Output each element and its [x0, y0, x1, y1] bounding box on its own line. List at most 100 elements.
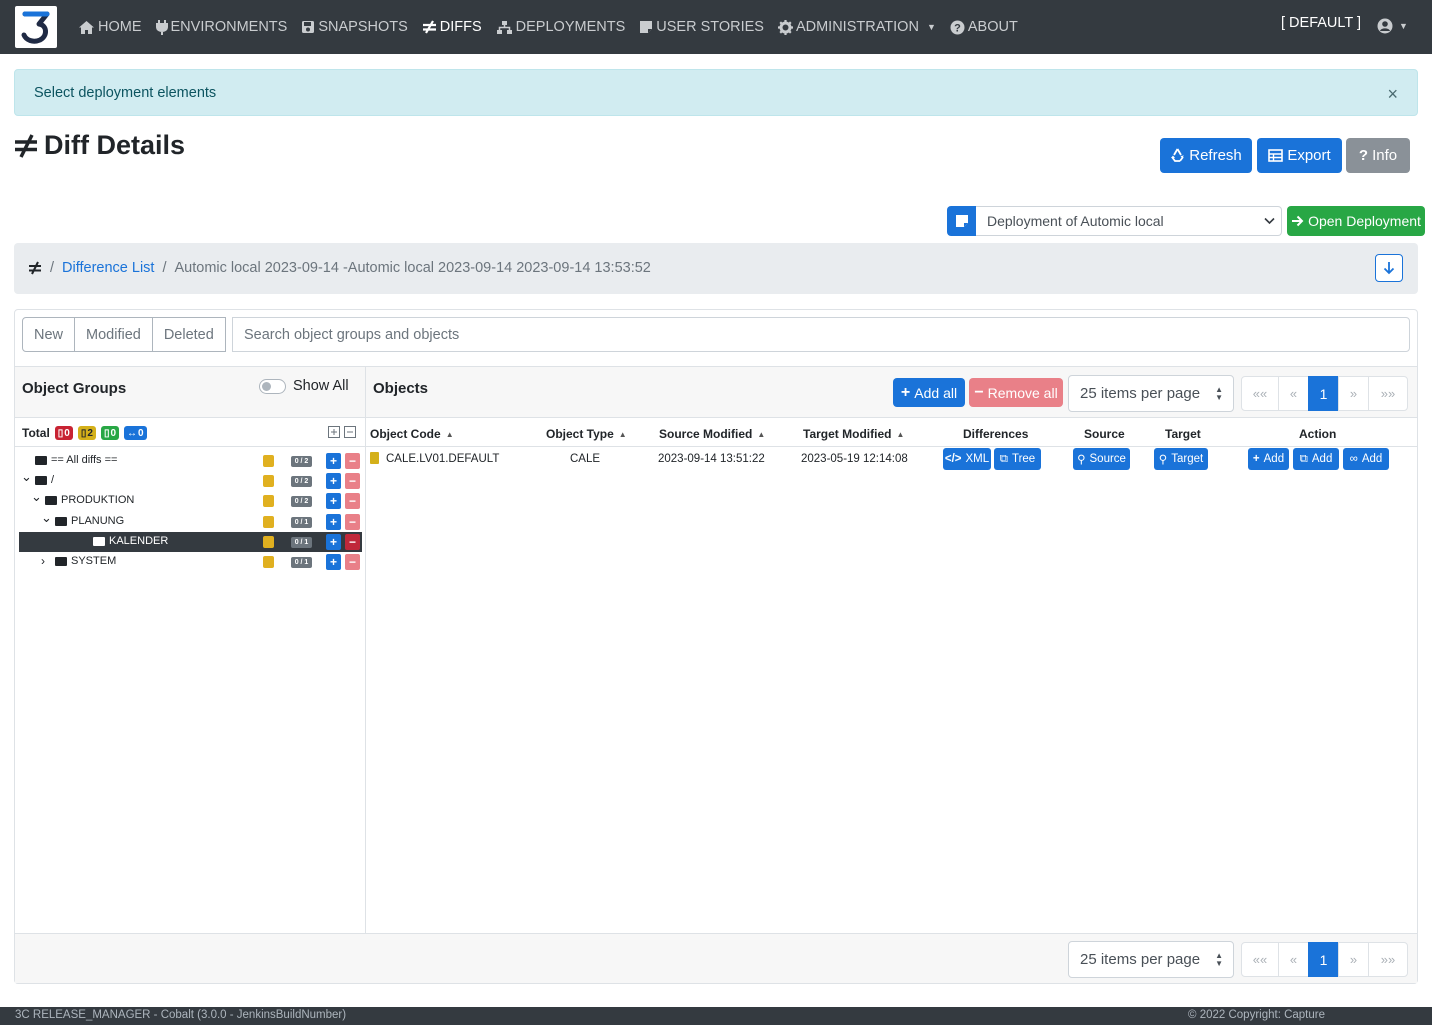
add-linked-button[interactable]: ∞ Add	[1343, 448, 1389, 470]
add-group-button[interactable]: +	[326, 493, 341, 509]
selection-count-badge: 0 / 2	[291, 496, 312, 507]
remove-group-button[interactable]: −	[345, 473, 360, 489]
filter-new-button[interactable]: New	[22, 317, 76, 352]
tree-node[interactable]: ⌄ PLANUNG 0 / 1 + −	[19, 510, 362, 532]
show-all-toggle[interactable]	[259, 379, 286, 394]
nav-diffs[interactable]: DIFFS	[422, 19, 482, 35]
chevron-down-icon[interactable]: ⌄	[21, 469, 32, 485]
col-object-type[interactable]: Object Type ▲	[546, 427, 627, 441]
save-icon	[302, 21, 315, 33]
environment-indicator[interactable]: [ DEFAULT ]	[1281, 15, 1361, 31]
table-row[interactable]: CALE.LV01.DEFAULT CALE 2023-09-14 13:51:…	[366, 448, 1417, 472]
nav-administration[interactable]: ADMINISTRATION ▼	[777, 19, 936, 35]
nav-deployments[interactable]: DEPLOYMENTS	[496, 19, 625, 35]
page-next[interactable]: »	[1338, 376, 1369, 411]
collapse-all-icon[interactable]	[344, 426, 356, 438]
sort-up-icon: ▲	[445, 429, 454, 439]
remove-group-button[interactable]: −	[345, 453, 360, 469]
filter-deleted-button[interactable]: Deleted	[151, 317, 226, 352]
info-button[interactable]: ? Info	[1346, 138, 1410, 173]
refresh-label: Refresh	[1189, 147, 1242, 164]
chevron-down-icon[interactable]: ⌄	[41, 510, 52, 526]
user-menu[interactable]: ▼	[1377, 18, 1408, 34]
nav-user-stories[interactable]: USER STORIES	[639, 19, 764, 35]
export-button[interactable]: Export	[1257, 138, 1342, 173]
view-source-button[interactable]: ⚲ Source	[1073, 448, 1130, 470]
app-footer: 3C RELEASE_MANAGER - Cobalt (3.0.0 - Jen…	[0, 1007, 1432, 1025]
page-prev[interactable]: «	[1278, 376, 1309, 411]
tree-node[interactable]: KALENDER 0 / 1 + −	[19, 532, 362, 552]
add-group-button[interactable]: +	[326, 534, 341, 550]
tree-node[interactable]: == All diffs == 0 / 2 + −	[19, 451, 362, 471]
chevron-right-icon[interactable]: ›	[41, 554, 45, 568]
sticky-note-icon	[947, 206, 976, 236]
tree-node[interactable]: › SYSTEM 0 / 1 + −	[19, 552, 362, 572]
add-all-button[interactable]: + Add all	[893, 378, 965, 407]
nav-about[interactable]: ? ABOUT	[950, 19, 1018, 35]
tree-node[interactable]: ⌄ PRODUKTION 0 / 2 + −	[19, 489, 362, 511]
items-per-page-value: 25 items per page	[1080, 385, 1201, 402]
gear-icon	[777, 19, 793, 35]
download-button[interactable]	[1375, 254, 1403, 282]
pagination-bottom: «« « 1 » »»	[1241, 942, 1408, 977]
page-current[interactable]: 1	[1308, 376, 1339, 411]
tree-diff-button[interactable]: ⧉ Tree	[994, 448, 1041, 470]
remove-all-button[interactable]: − Remove all	[969, 378, 1063, 407]
remove-group-button[interactable]: −	[345, 554, 360, 570]
alert-text: Select deployment elements	[34, 85, 217, 101]
breadcrumb-separator: /	[162, 260, 167, 276]
refresh-button[interactable]: Refresh	[1160, 138, 1252, 173]
page-last[interactable]: »»	[1368, 942, 1408, 977]
tree-node[interactable]: ⌄/ 0 / 2 + −	[19, 469, 362, 491]
tree-node-label: /	[35, 474, 54, 486]
page-last[interactable]: »»	[1368, 376, 1408, 411]
page-next[interactable]: »	[1338, 942, 1369, 977]
show-all-label: Show All	[293, 378, 349, 394]
chevron-down-icon	[1264, 217, 1275, 225]
add-group-button[interactable]: +	[326, 453, 341, 469]
page-first[interactable]: ««	[1241, 376, 1279, 411]
remove-group-button[interactable]: −	[345, 493, 360, 509]
items-per-page-select[interactable]: 25 items per page ▲ ▼	[1068, 375, 1234, 412]
tree-node-label: PLANUNG	[55, 515, 124, 527]
add-group-button[interactable]: +	[326, 473, 341, 489]
filter-modified-button[interactable]: Modified	[74, 317, 153, 352]
xml-diff-button[interactable]: </> XML	[943, 448, 991, 470]
open-deployment-button[interactable]: Open Deployment	[1287, 206, 1425, 236]
sort-up-icon: ▲	[896, 429, 905, 439]
remove-group-button[interactable]: −	[345, 534, 360, 550]
page-current[interactable]: 1	[1308, 942, 1339, 977]
col-target-modified[interactable]: Target Modified ▲	[803, 427, 904, 441]
not-equal-icon[interactable]	[28, 261, 42, 275]
page-prev[interactable]: «	[1278, 942, 1309, 977]
minus-icon: −	[974, 383, 984, 401]
app-logo[interactable]	[15, 6, 57, 48]
close-icon[interactable]: ×	[1387, 84, 1398, 105]
add-group-button[interactable]: +	[326, 554, 341, 570]
items-per-page-select-bottom[interactable]: 25 items per page ▲ ▼	[1068, 941, 1234, 978]
nav-home[interactable]: HOME	[78, 19, 142, 35]
view-target-button[interactable]: ⚲ Target	[1154, 448, 1208, 470]
breadcrumb-difference-list[interactable]: Difference List	[62, 260, 154, 276]
deployment-select[interactable]: Deployment of Automic local	[976, 206, 1282, 236]
file-modified-icon	[263, 455, 274, 467]
col-object-code[interactable]: Object Code ▲	[370, 427, 454, 441]
nav-snapshots[interactable]: SNAPSHOTS	[301, 19, 408, 35]
col-source-modified[interactable]: Source Modified ▲	[659, 427, 765, 441]
remove-group-button[interactable]: −	[345, 514, 360, 530]
chevron-down-icon[interactable]: ⌄	[31, 489, 42, 505]
page-first[interactable]: ««	[1241, 942, 1279, 977]
nav-environments[interactable]: ENVIRONMENTS	[155, 19, 287, 35]
sort-updown-icon: ▲ ▼	[1215, 950, 1223, 968]
target-modified: 2023-05-19 12:14:08	[801, 453, 908, 465]
plug-icon	[155, 20, 168, 35]
add-object-button[interactable]: + Add	[1248, 448, 1289, 470]
search-input[interactable]: Search object groups and objects	[232, 317, 1410, 352]
file-modified-icon	[263, 556, 274, 568]
add-with-children-button[interactable]: ⧉ Add	[1293, 448, 1339, 470]
file-new-icon: ▯	[103, 427, 110, 439]
add-group-button[interactable]: +	[326, 514, 341, 530]
col-differences: Differences	[963, 427, 1029, 441]
expand-all-icon[interactable]	[328, 426, 340, 438]
search-icon: ⚲	[1077, 454, 1086, 466]
